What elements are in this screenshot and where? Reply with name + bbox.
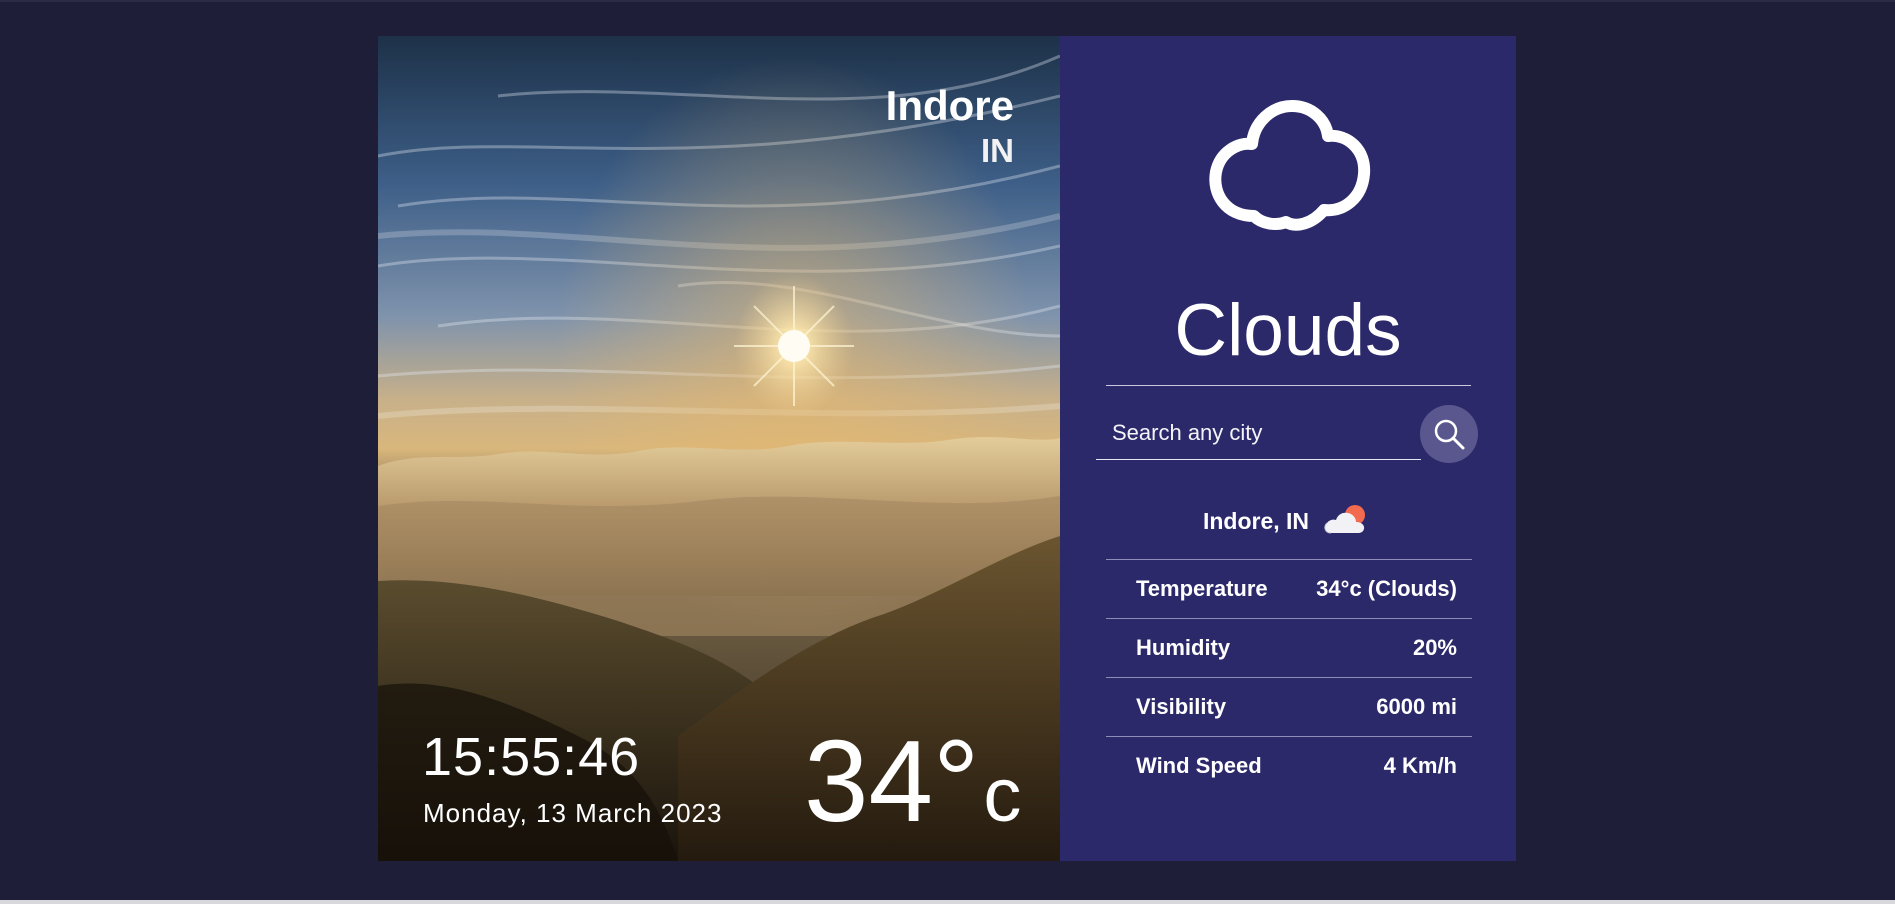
country-code: IN <box>981 132 1014 169</box>
weather-stats-table: Temperature 34°c (Clouds) Humidity 20% V… <box>1106 559 1472 795</box>
stat-label: Visibility <box>1136 694 1227 719</box>
clock-date: Monday, 13 March 2023 <box>423 798 723 828</box>
stat-value: 6000 mi <box>1376 694 1457 719</box>
current-temperature: 34°c <box>804 716 1021 861</box>
page-bottom-border <box>0 900 1895 904</box>
weather-condition: Clouds <box>1174 290 1402 371</box>
weather-card: Indore IN 15:55:46 Monday, 13 March 2023… <box>378 36 1516 861</box>
info-panel: Clouds Indore, IN Temperature 34°c (Clou… <box>1060 36 1516 861</box>
stat-value: 4 Km/h <box>1383 753 1457 778</box>
photo-panel: Indore IN 15:55:46 Monday, 13 March 2023… <box>378 36 1060 861</box>
divider <box>1106 385 1471 386</box>
stat-row-visibility: Visibility 6000 mi <box>1106 677 1472 736</box>
stat-value: 34°c (Clouds) <box>1316 576 1457 601</box>
stat-value: 20% <box>1412 635 1457 660</box>
stat-row-temperature: Temperature 34°c (Clouds) <box>1106 559 1472 618</box>
temperature-unit: c <box>983 753 1022 838</box>
city-title: Indore IN <box>886 82 1014 172</box>
stat-label: Temperature <box>1136 576 1268 601</box>
page-top-border <box>0 0 1895 2</box>
cloud-icon <box>1209 100 1371 231</box>
search-icon <box>1434 419 1465 450</box>
stat-row-humidity: Humidity 20% <box>1106 618 1472 677</box>
city-name: Indore <box>885 82 1014 129</box>
stat-row-wind-speed: Wind Speed 4 Km/h <box>1106 736 1472 795</box>
location-summary: Indore, IN <box>1060 501 1516 541</box>
location-label: Indore, IN <box>1202 508 1310 534</box>
search-input[interactable] <box>1096 406 1421 460</box>
search-button[interactable] <box>1420 405 1478 463</box>
temperature-value: 34° <box>804 716 980 846</box>
stat-label: Humidity <box>1136 635 1231 660</box>
stat-label: Wind Speed <box>1136 753 1262 778</box>
cloud-sun-icon <box>1324 505 1366 534</box>
clock-time: 15:55:46 <box>422 727 641 787</box>
